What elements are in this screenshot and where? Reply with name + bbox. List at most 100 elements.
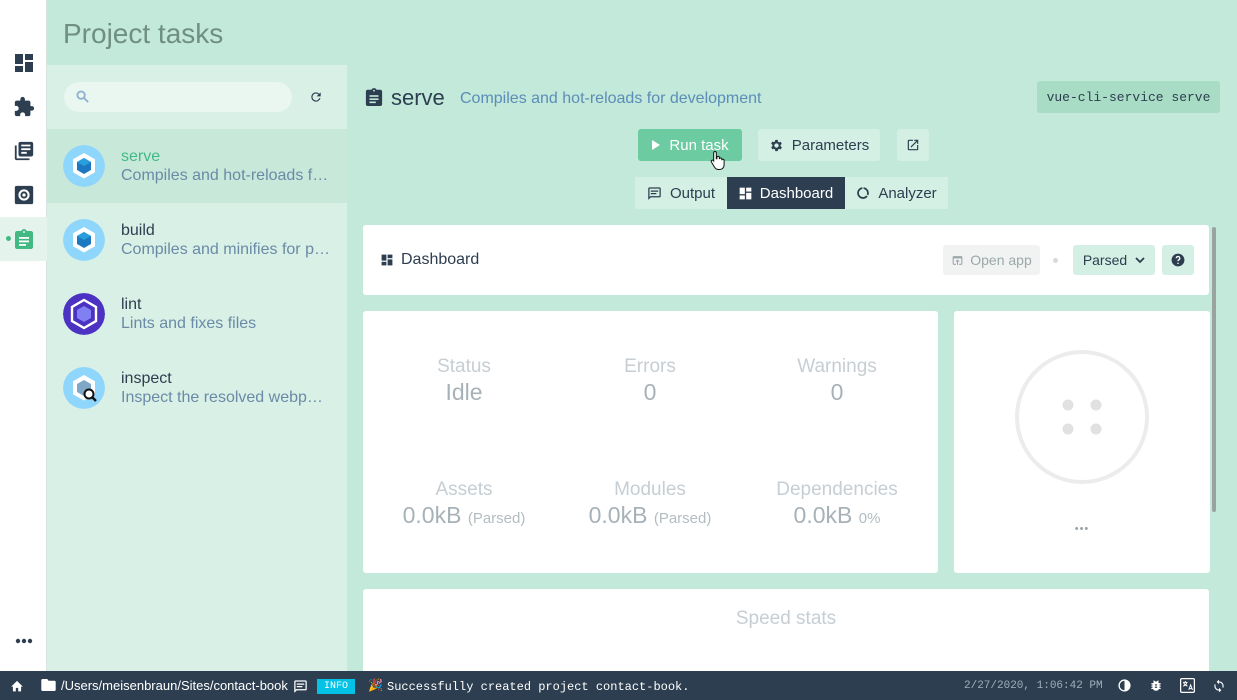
- search-icon: [76, 90, 89, 103]
- scrollbar[interactable]: [1212, 227, 1216, 512]
- task-title: serve: [391, 85, 445, 110]
- task-item-lint[interactable]: lint Lints and fixes files: [47, 277, 347, 351]
- dashboard-icon: [14, 54, 33, 72]
- nav-more[interactable]: [0, 619, 47, 663]
- stat-suffix: (Parsed): [653, 510, 712, 527]
- page-title: Project tasks: [63, 18, 224, 49]
- speed-stats-card: Speed stats: [363, 589, 1209, 671]
- top-bar: Project tasks: [47, 0, 1237, 65]
- chevron-down-icon: [1135, 256, 1145, 263]
- tab-output[interactable]: Output: [635, 177, 727, 209]
- stat-label: Status: [437, 356, 491, 377]
- separator-dot: [1053, 258, 1058, 263]
- empty-progress-circle: [1015, 350, 1149, 484]
- tab-analyzer[interactable]: Analyzer: [845, 177, 948, 209]
- home-icon[interactable]: [10, 679, 24, 692]
- dashboard-title: Dashboard: [401, 251, 480, 268]
- stat-assets: Assets 0.0kB (Parsed): [374, 479, 554, 529]
- stat-suffix: 0%: [858, 510, 881, 527]
- open-app-button[interactable]: Open app: [943, 245, 1040, 275]
- tab-dashboard[interactable]: Dashboard: [727, 177, 845, 209]
- stat-value: 0.0kB: [793, 502, 853, 528]
- clipboard-icon: [14, 229, 33, 249]
- task-item-build[interactable]: build Compiles and minifies for producti…: [47, 203, 347, 277]
- puzzle-icon: [14, 96, 34, 117]
- stat-value: 0.0kB: [402, 502, 462, 528]
- log-level-badge: INFO: [317, 679, 355, 694]
- task-name: serve: [121, 148, 161, 165]
- parameters-label: Parameters: [791, 136, 870, 154]
- run-task-button[interactable]: Run task: [638, 129, 742, 161]
- task-name: lint: [121, 296, 142, 313]
- play-icon: [652, 140, 661, 150]
- task-item-inspect[interactable]: inspect Inspect the resolved webpack con…: [47, 351, 347, 425]
- task-description: Compiles and hot-reloads for development: [121, 167, 331, 184]
- task-name: build: [121, 222, 155, 239]
- webpack-inspect-icon: [63, 367, 105, 409]
- dashboard-icon: [381, 254, 393, 266]
- dark-mode-icon[interactable]: [1118, 679, 1131, 692]
- console-icon[interactable]: [293, 679, 308, 693]
- stat-label: Errors: [624, 356, 676, 377]
- stat-dependencies: Dependencies 0.0kB 0%: [747, 479, 927, 529]
- nav-configuration[interactable]: [0, 173, 47, 217]
- task-list-pane: serve Compiles and hot-reloads for devel…: [47, 65, 347, 671]
- size-mode-value: Parsed: [1082, 252, 1128, 268]
- more-icon: [15, 638, 32, 644]
- stat-status: Status Idle: [374, 356, 554, 406]
- search-input[interactable]: [64, 82, 292, 112]
- refresh-icon: [311, 92, 321, 102]
- open-app-label: Open app: [970, 252, 1032, 268]
- dashboard-header-card: Dashboard Open app Parsed: [363, 225, 1209, 295]
- stat-label: Modules: [614, 479, 686, 500]
- help-button[interactable]: [1162, 245, 1194, 275]
- translate-icon[interactable]: [1180, 678, 1195, 693]
- task-description: Compiles and minifies for production: [121, 241, 331, 258]
- nav-dependencies[interactable]: [0, 129, 47, 173]
- clipboard-icon: [365, 88, 383, 106]
- open-in-browser-icon: [952, 255, 963, 265]
- task-name: inspect: [121, 370, 172, 387]
- more-ellipsis[interactable]: •••: [954, 523, 1210, 535]
- stat-warnings: Warnings 0: [747, 356, 927, 406]
- stat-suffix: (Parsed): [467, 510, 526, 527]
- stat-label: Dependencies: [776, 479, 898, 500]
- eslint-icon: [63, 293, 105, 335]
- donut-chart-icon: [857, 187, 870, 199]
- bug-icon[interactable]: [1149, 678, 1163, 693]
- stat-label: Assets: [435, 479, 493, 500]
- dashboard-icon: [739, 187, 752, 199]
- library-icon: [14, 141, 33, 161]
- nav-rail: [0, 0, 47, 671]
- help-icon: [1171, 253, 1185, 267]
- open-external-button[interactable]: [897, 129, 929, 161]
- status-bar: /Users/meisenbraun/Sites/contact-book IN…: [0, 671, 1237, 700]
- cursor-hand-icon: [710, 150, 725, 170]
- nav-plugins[interactable]: [0, 85, 47, 129]
- task-description: Inspect the resolved webpack config: [121, 389, 331, 406]
- settings-icon: [14, 185, 33, 205]
- stat-value: 0: [643, 379, 657, 405]
- webpack-icon: [63, 145, 105, 187]
- parameters-button[interactable]: Parameters: [758, 129, 880, 161]
- log-timestamp: 2/27/2020, 1:06:42 PM: [964, 680, 1103, 692]
- size-mode-select[interactable]: Parsed: [1073, 245, 1155, 275]
- webpack-icon: [63, 219, 105, 261]
- project-path[interactable]: /Users/meisenbraun/Sites/contact-book: [61, 678, 288, 693]
- message-icon: [648, 187, 661, 200]
- task-item-serve[interactable]: serve Compiles and hot-reloads for devel…: [47, 129, 347, 203]
- nav-dashboard[interactable]: [0, 41, 47, 85]
- external-link-icon: [907, 139, 919, 151]
- speed-stats-title: Speed stats: [735, 608, 837, 629]
- refresh-button[interactable]: [302, 83, 330, 111]
- progress-circle-card: •••: [954, 311, 1210, 573]
- stat-value: 0: [830, 379, 844, 405]
- party-icon: 🎉: [368, 678, 383, 692]
- stat-errors: Errors 0: [560, 356, 740, 406]
- log-message[interactable]: Successfully created project contact-boo…: [387, 680, 689, 694]
- tab-label: Dashboard: [759, 184, 834, 202]
- nav-tasks[interactable]: [0, 217, 47, 261]
- gear-icon: [770, 139, 782, 151]
- command-badge: vue-cli-service serve: [1037, 81, 1220, 113]
- sync-icon[interactable]: [1212, 679, 1226, 693]
